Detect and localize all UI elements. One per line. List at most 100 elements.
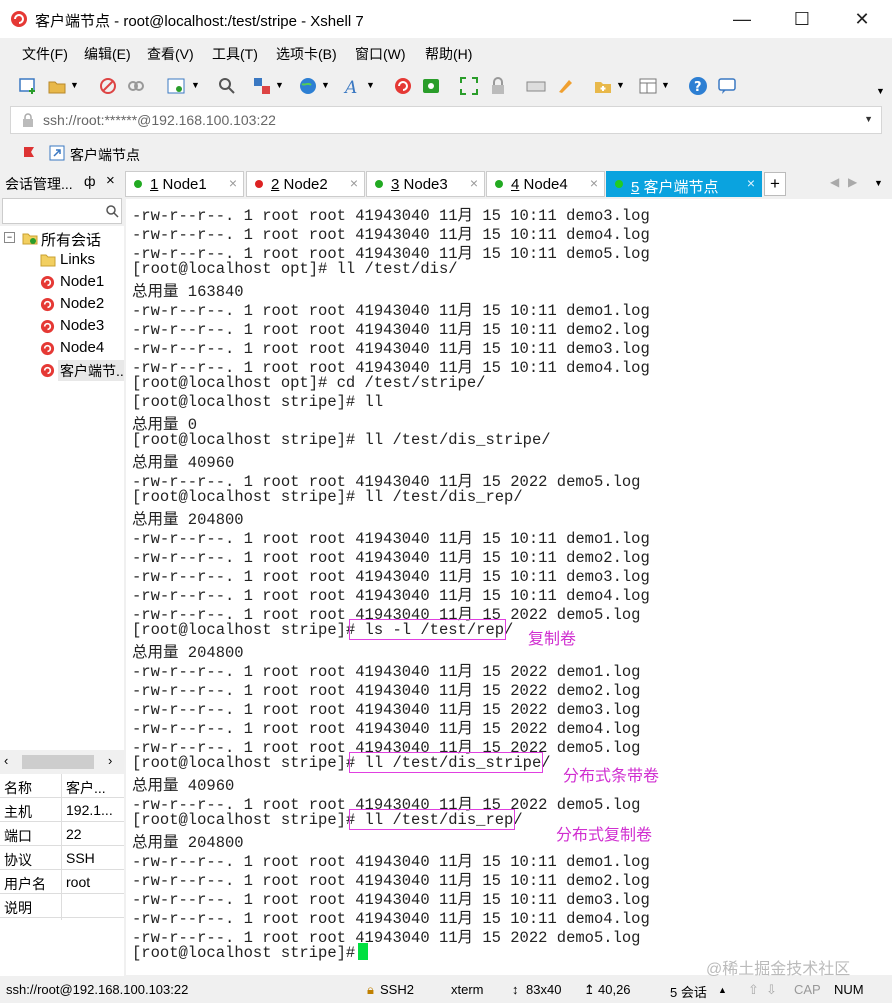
settings-icon[interactable] (166, 76, 186, 96)
fullscreen-icon[interactable] (459, 76, 479, 96)
terminal[interactable]: -rw-r--r--. 1 root root 41943040 11月 15 … (126, 199, 892, 978)
xftp-icon[interactable] (421, 76, 441, 96)
tab-client-node[interactable]: 5 客户端节点 × (606, 171, 762, 197)
session-search-input[interactable] (2, 198, 122, 224)
tab-close-icon[interactable]: × (229, 175, 237, 191)
tree-item-client-node[interactable]: 客户端节... (0, 359, 124, 381)
scrollbar-thumb[interactable] (22, 755, 94, 769)
address-bar[interactable]: ssh://root:******@192.168.100.103:22 ▼ (10, 106, 882, 134)
session-tree: − 所有会话 Links Node1 Node2 Node3 Node4 客户端… (0, 226, 124, 750)
watermark: @稀土掘金技术社区 (706, 961, 851, 978)
status-dot (615, 180, 623, 188)
pin-icon[interactable]: ф (84, 173, 96, 189)
font-icon[interactable]: A (343, 76, 363, 96)
terminal-line: 总用量 40960 (132, 454, 235, 472)
new-tab-button[interactable]: + (764, 172, 786, 196)
search-icon[interactable] (217, 76, 237, 96)
terminal-line: -rw-r--r--. 1 root root 41943040 11月 15 … (132, 853, 650, 871)
menu-window[interactable]: 窗口(W) (355, 44, 406, 64)
status-dot (495, 180, 503, 188)
tab-close-icon[interactable]: × (350, 175, 358, 191)
chevron-down-icon[interactable]: ▼ (661, 80, 681, 100)
tab-node2[interactable]: 2 Node2 × (246, 171, 365, 197)
lock-icon[interactable] (488, 76, 508, 96)
chevron-down-icon[interactable]: ▼ (616, 80, 636, 100)
scroll-left-icon[interactable]: ‹ (4, 753, 8, 768)
status-dot (134, 180, 142, 188)
terminal-line: -rw-r--r--. 1 root root 41943040 11月 15 … (132, 530, 650, 548)
layout-icon[interactable] (638, 76, 658, 96)
terminal-line: -rw-r--r--. 1 root root 41943040 11月 15 … (132, 910, 650, 928)
tab-node3[interactable]: 3 Node3 × (366, 171, 485, 197)
new-session-icon[interactable] (18, 76, 38, 96)
chevron-up-icon[interactable]: ▲ (718, 985, 727, 995)
menu-file[interactable]: 文件(F) (22, 44, 68, 64)
chat-icon[interactable] (717, 76, 737, 96)
tab-label: 2 Node2 (271, 176, 328, 193)
session-manager-header: 会话管理... ф × (0, 170, 124, 196)
tab-node4[interactable]: 4 Node4 × (486, 171, 605, 197)
chevron-down-icon[interactable]: ▼ (876, 86, 892, 106)
chevron-down-icon[interactable]: ▼ (70, 80, 90, 100)
minimize-button[interactable]: — (712, 0, 772, 38)
tree-label: Node4 (60, 339, 105, 356)
status-protocol: SSH2 (380, 982, 414, 997)
chevron-down-icon[interactable]: ▼ (321, 80, 341, 100)
tab-close-icon[interactable]: × (590, 175, 598, 191)
open-folder-icon[interactable] (47, 76, 67, 96)
menu-edit[interactable]: 编辑(E) (84, 44, 131, 64)
bookmark-icon[interactable] (22, 145, 38, 161)
terminal-line: 总用量 40960 (132, 777, 235, 795)
address-input[interactable]: ssh://root:******@192.168.100.103:22 (43, 112, 276, 128)
cursor-position-icon: ↥ (584, 982, 595, 997)
status-sessions[interactable]: 5 会话 (670, 982, 707, 1001)
link-client-node[interactable]: 客户端节点 (70, 145, 140, 165)
maximize-button[interactable]: ☐ (772, 0, 832, 38)
menu-tools[interactable]: 工具(T) (212, 44, 258, 64)
tab-close-icon[interactable]: × (747, 175, 755, 191)
chevron-down-icon[interactable]: ▼ (366, 80, 386, 100)
disconnect-icon[interactable] (98, 76, 118, 96)
tab-scroll-right-icon[interactable]: ▶ (848, 175, 857, 189)
property-row: 用户名 root (0, 870, 124, 894)
keyboard-icon[interactable] (526, 76, 546, 96)
terminal-line: -rw-r--r--. 1 root root 41943040 11月 15 … (132, 321, 650, 339)
tree-horizontal-scrollbar[interactable]: ‹ › (0, 751, 124, 773)
property-key: 主机 (4, 804, 32, 820)
close-button[interactable]: ✕ (832, 0, 892, 38)
link-icon[interactable] (126, 76, 146, 96)
xshell-icon[interactable] (393, 76, 413, 96)
collapse-icon[interactable]: − (4, 232, 15, 243)
color-scheme-icon[interactable] (252, 76, 272, 96)
tab-scroll-left-icon[interactable]: ◀ (830, 175, 839, 189)
search-icon[interactable] (105, 204, 119, 218)
terminal-cursor (358, 943, 368, 960)
xshell-session-icon (40, 319, 55, 334)
property-row: 主机 192.1... (0, 798, 124, 822)
menu-view[interactable]: 查看(V) (147, 44, 194, 64)
highlight-icon[interactable] (555, 76, 575, 96)
tab-label: 5 客户端节点 (631, 179, 719, 196)
terminal-line: -rw-r--r--. 1 root root 41943040 11月 15 … (132, 872, 650, 890)
globe-icon[interactable] (298, 76, 318, 96)
chevron-down-icon[interactable]: ▼ (191, 80, 211, 100)
scroll-right-icon[interactable]: › (108, 753, 112, 768)
help-icon[interactable]: ? (688, 76, 708, 96)
terminal-line: -rw-r--r--. 1 root root 41943040 11月 15 … (132, 245, 650, 263)
new-tab-icon[interactable] (593, 76, 613, 96)
shortcut-icon (49, 145, 65, 161)
close-icon[interactable]: × (106, 172, 115, 189)
terminal-line: [root@localhost stripe]# (132, 944, 365, 962)
chevron-down-icon[interactable]: ▼ (275, 80, 295, 100)
tab-close-icon[interactable]: × (470, 175, 478, 191)
menu-help[interactable]: 帮助(H) (425, 44, 472, 64)
status-num-lock: NUM (834, 982, 864, 997)
tab-list-chevron-icon[interactable]: ▼ (874, 178, 883, 188)
chevron-down-icon[interactable]: ▼ (864, 114, 873, 124)
annotation-distributed-replicated-volume: 分布式复制卷 (556, 827, 653, 844)
property-row: 协议 SSH (0, 846, 124, 870)
terminal-line: [root@localhost stripe]# ll /test/dis_st… (132, 431, 551, 449)
property-value: 22 (66, 826, 82, 842)
tab-node1[interactable]: 1 Node1 × (125, 171, 244, 197)
menu-tabs[interactable]: 选项卡(B) (276, 44, 337, 64)
